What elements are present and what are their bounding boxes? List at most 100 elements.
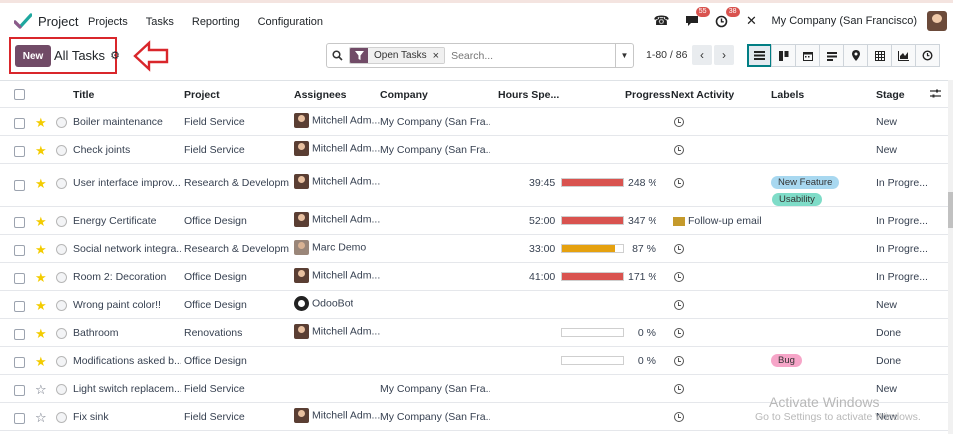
- activity-clock-icon[interactable]: [674, 384, 684, 394]
- priority-star-icon[interactable]: ★: [35, 243, 47, 256]
- activities-icon[interactable]: 38: [712, 7, 740, 31]
- activity-clock-icon[interactable]: [674, 356, 684, 366]
- table-row[interactable]: ★ Room 2: Decoration Office Design Mitchell…: [0, 263, 948, 291]
- activity-clock-icon[interactable]: [674, 272, 684, 282]
- calendar-view-button[interactable]: [795, 44, 820, 67]
- priority-star-icon[interactable]: ★: [35, 271, 47, 284]
- task-assignee[interactable]: Mitchell Adm...: [294, 174, 380, 189]
- row-checkbox[interactable]: [14, 385, 25, 396]
- search-icon[interactable]: [327, 50, 347, 61]
- kanban-state-icon[interactable]: [56, 145, 67, 156]
- row-checkbox[interactable]: [14, 301, 25, 312]
- activity-clock-icon[interactable]: [674, 328, 684, 338]
- header-stage[interactable]: Stage: [876, 89, 905, 101]
- header-next-activity[interactable]: Next Activity: [671, 89, 734, 101]
- table-row[interactable]: ★ Check joints Field Service Mitchell Adm..…: [0, 136, 948, 164]
- table-row[interactable]: ★ Modifications asked b... Office Design 0 …: [0, 347, 948, 375]
- priority-star-icon[interactable]: ★: [35, 177, 47, 190]
- row-checkbox[interactable]: [14, 180, 25, 191]
- kanban-view-button[interactable]: [771, 44, 796, 67]
- table-row[interactable]: ★ Bathroom Renovations Mitchell Adm... 0 % Do…: [0, 319, 948, 347]
- user-avatar[interactable]: [927, 11, 947, 31]
- task-assignee[interactable]: Mitchell Adm...: [294, 113, 380, 128]
- row-checkbox[interactable]: [14, 245, 25, 256]
- row-checkbox[interactable]: [14, 413, 25, 424]
- task-assignee[interactable]: Marc Demo: [294, 240, 366, 255]
- task-assignee[interactable]: Mitchell Adm...: [294, 212, 380, 227]
- select-all-checkbox[interactable]: [14, 89, 25, 100]
- kanban-state-icon[interactable]: [56, 272, 67, 283]
- phone-icon[interactable]: ☎: [652, 11, 672, 31]
- priority-star-icon[interactable]: ★: [35, 299, 47, 312]
- priority-star-icon[interactable]: ★: [35, 116, 47, 129]
- company-switcher[interactable]: My Company (San Francisco): [772, 15, 918, 27]
- priority-star-icon[interactable]: ★: [35, 144, 47, 157]
- menu-item-reporting[interactable]: Reporting: [192, 16, 240, 28]
- activity-clock-icon[interactable]: [674, 412, 684, 422]
- spreadsheet-view-button[interactable]: [867, 44, 892, 67]
- next-activity[interactable]: Follow-up email: [673, 215, 762, 227]
- pager-next-button[interactable]: ›: [714, 45, 734, 65]
- app-brand[interactable]: Project: [14, 13, 78, 29]
- scrollbar-thumb[interactable]: [948, 192, 953, 228]
- activity-clock-icon[interactable]: [674, 145, 684, 155]
- pager-value[interactable]: 1-80 / 86: [646, 49, 687, 61]
- activity-clock-icon[interactable]: [674, 300, 684, 310]
- priority-star-icon[interactable]: ★: [35, 327, 47, 340]
- table-row[interactable]: ★ Social network integra... Research & Dev…: [0, 235, 948, 263]
- header-hours[interactable]: Hours Spe...: [498, 89, 559, 101]
- header-assignees[interactable]: Assignees: [294, 89, 347, 101]
- table-row[interactable]: ★ User interface improv... Research & Deve…: [0, 164, 948, 207]
- table-row[interactable]: ★ Energy Certificate Office Design Mitchell…: [0, 207, 948, 235]
- row-checkbox[interactable]: [14, 273, 25, 284]
- row-checkbox[interactable]: [14, 217, 25, 228]
- task-assignee[interactable]: Mitchell Adm...: [294, 141, 380, 156]
- kanban-state-icon[interactable]: [56, 384, 67, 395]
- remove-facet-icon[interactable]: ×: [432, 48, 445, 63]
- kanban-state-icon[interactable]: [56, 300, 67, 311]
- pager-previous-button[interactable]: ‹: [692, 45, 712, 65]
- row-checkbox[interactable]: [14, 357, 25, 368]
- tools-icon[interactable]: ✕: [742, 11, 762, 31]
- table-row[interactable]: ★ Wrong paint color!! Office Design OdooBot…: [0, 291, 948, 319]
- priority-star-icon[interactable]: ★: [35, 215, 47, 228]
- optional-columns-icon[interactable]: [930, 89, 941, 99]
- activity-clock-icon[interactable]: [674, 117, 684, 127]
- priority-star-icon[interactable]: ☆: [35, 383, 47, 396]
- priority-star-icon[interactable]: ☆: [35, 411, 47, 424]
- kanban-state-icon[interactable]: [56, 328, 67, 339]
- kanban-state-icon[interactable]: [56, 117, 67, 128]
- kanban-state-icon[interactable]: [56, 244, 67, 255]
- header-progress[interactable]: Progress: [625, 89, 671, 101]
- task-assignee[interactable]: Mitchell Adm...: [294, 324, 380, 339]
- task-assignee[interactable]: OdooBot: [294, 296, 353, 311]
- menu-item-configuration[interactable]: Configuration: [258, 16, 323, 28]
- search-options-toggle[interactable]: ▼: [615, 44, 633, 67]
- kanban-state-icon[interactable]: [56, 412, 67, 423]
- menu-item-projects[interactable]: Projects: [88, 16, 128, 28]
- graph-view-button[interactable]: [891, 44, 916, 67]
- pivot-view-button[interactable]: [819, 44, 844, 67]
- list-view-button[interactable]: [747, 44, 772, 67]
- map-view-button[interactable]: [843, 44, 868, 67]
- gear-icon[interactable]: ⚙: [110, 49, 120, 62]
- menu-item-tasks[interactable]: Tasks: [146, 16, 174, 28]
- messages-icon[interactable]: 55: [682, 7, 710, 31]
- row-checkbox[interactable]: [14, 329, 25, 340]
- task-assignee[interactable]: Mitchell Adm...: [294, 408, 380, 423]
- header-labels[interactable]: Labels: [771, 89, 804, 101]
- row-checkbox[interactable]: [14, 146, 25, 157]
- kanban-state-icon[interactable]: [56, 178, 67, 189]
- kanban-state-icon[interactable]: [56, 356, 67, 367]
- kanban-state-icon[interactable]: [56, 216, 67, 227]
- header-project[interactable]: Project: [184, 89, 220, 101]
- activity-view-button[interactable]: [915, 44, 940, 67]
- activity-clock-icon[interactable]: [674, 178, 684, 188]
- row-checkbox[interactable]: [14, 118, 25, 129]
- header-title[interactable]: Title: [73, 89, 94, 101]
- task-assignee[interactable]: Mitchell Adm...: [294, 268, 380, 283]
- priority-star-icon[interactable]: ★: [35, 355, 47, 368]
- activity-clock-icon[interactable]: [674, 244, 684, 254]
- table-row[interactable]: ★ Boiler maintenance Field Service Mitchell…: [0, 108, 948, 136]
- vertical-scrollbar[interactable]: [948, 80, 953, 434]
